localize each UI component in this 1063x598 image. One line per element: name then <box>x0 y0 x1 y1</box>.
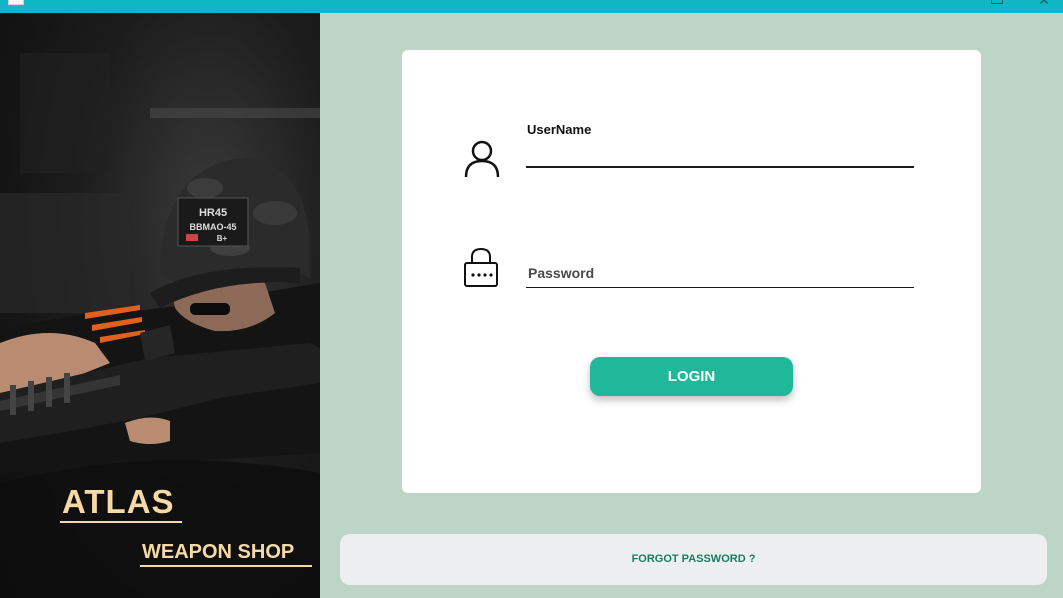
cap-patch-line-2: BBMAO-45 <box>189 222 236 232</box>
hero-image-panel: HR45 BBMAO-45 B+ ATLAS WEAPON SHOP <box>0 13 320 598</box>
close-icon[interactable]: ✕ <box>1037 0 1051 7</box>
login-button[interactable]: LOGIN <box>590 357 793 396</box>
user-icon <box>464 140 500 178</box>
cap-patch-line-3: B+ <box>217 234 228 243</box>
brand-title: ATLAS <box>62 483 175 520</box>
cap-patch-line-1: HR45 <box>199 207 227 219</box>
username-label: UserName <box>527 122 592 137</box>
app-icon <box>8 0 24 5</box>
password-input[interactable] <box>526 258 914 288</box>
maximize-icon[interactable] <box>991 0 1003 4</box>
lock-icon <box>464 247 498 287</box>
brand-subtitle: WEAPON SHOP <box>142 541 295 563</box>
forgot-password-link[interactable]: FORGOT PASSWORD ? <box>340 534 1047 585</box>
brand-subtitle-underline <box>140 565 312 567</box>
brand-title-underline <box>60 521 182 523</box>
title-bar: ✕ <box>0 0 1063 13</box>
login-card: UserName LOGIN <box>402 50 981 493</box>
forgot-password-bar: FORGOT PASSWORD ? <box>340 534 1047 585</box>
username-input[interactable] <box>526 142 914 168</box>
